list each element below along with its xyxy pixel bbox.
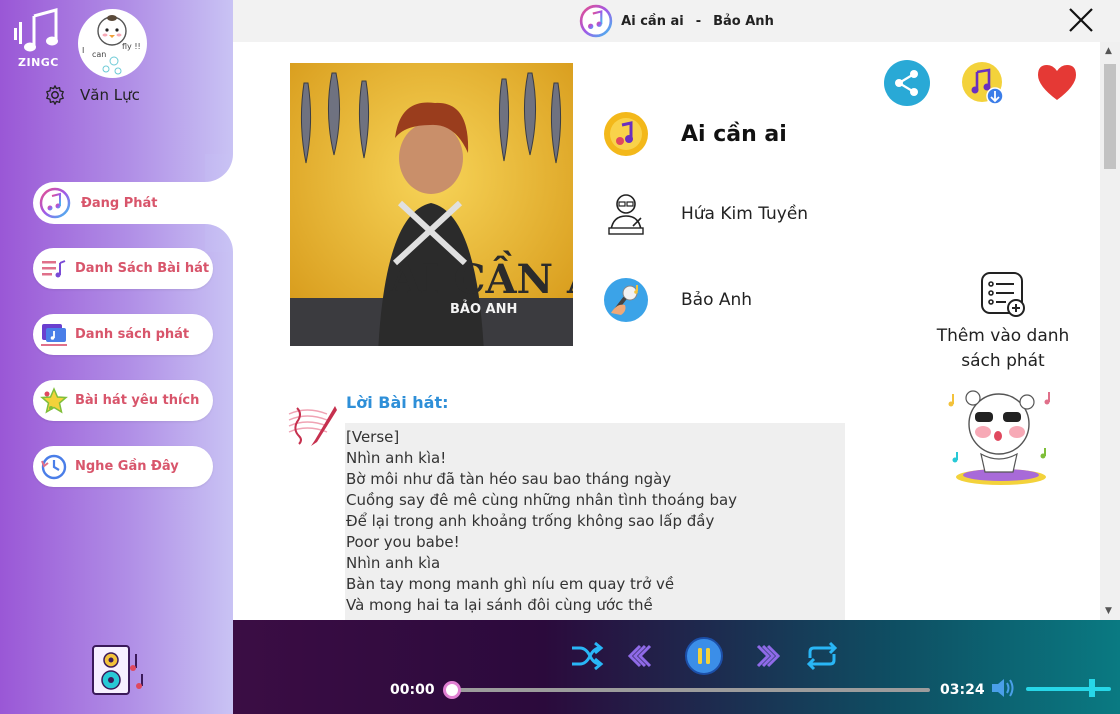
total-time: 03:24 — [940, 682, 985, 698]
scroll-thumb[interactable] — [1104, 64, 1116, 169]
add-playlist-icon — [981, 272, 1025, 317]
sidebar-shape — [0, 0, 233, 714]
composer-name: Hứa Kim Tuyền — [681, 204, 809, 224]
singer-microphone-icon — [601, 275, 651, 325]
song-title: Ai cần ai — [681, 121, 787, 147]
main-scrollbar[interactable]: ▲ ▼ — [1100, 42, 1120, 620]
lyric-line: Bàn tay mong manh ghì níu em quay trở về — [346, 575, 675, 593]
lyrics-sheet-icon — [288, 406, 337, 446]
user-row: Văn Lực — [44, 84, 140, 106]
sidebar-item-label: Danh Sách Bài hát — [75, 261, 210, 276]
volume-track[interactable] — [1026, 687, 1111, 691]
title-separator: - — [695, 13, 702, 29]
lyrics-box[interactable]: [Verse] Nhìn anh kìa! Bờ môi như đã tàn … — [345, 423, 845, 620]
lyric-line: Bờ môi như đã tàn héo sau bao tháng ngày — [346, 470, 672, 488]
previous-icon[interactable] — [622, 638, 658, 674]
dancing-bear-sticker — [948, 390, 1050, 485]
lyric-line: Và mong hai ta lại sánh đôi cùng ước thề — [346, 596, 653, 614]
scroll-up-arrow-icon[interactable]: ▲ — [1105, 46, 1112, 56]
svg-text:fly !!: fly !! — [122, 42, 141, 51]
sidebar-item-label: Bài hát yêu thích — [75, 393, 200, 408]
star-music-icon — [39, 386, 69, 416]
close-icon[interactable] — [1066, 5, 1096, 35]
lyric-line: Poor you babe! — [346, 533, 460, 551]
composer-icon — [601, 189, 651, 239]
tab-curve-bottom — [205, 224, 233, 252]
title-bar: Ai cần ai - Bảo Anh — [233, 0, 1120, 42]
user-name: Văn Lực — [80, 86, 140, 104]
title-song: Ai cần ai — [621, 13, 684, 29]
title-artist: Bảo Anh — [713, 13, 774, 29]
repeat-icon[interactable] — [804, 638, 840, 674]
app-logo-text: ZINGC — [18, 56, 59, 69]
sidebar-item-now-playing[interactable]: Đang Phát — [33, 182, 233, 224]
download-icon[interactable] — [960, 60, 1006, 106]
lyric-line: [Verse] — [346, 428, 400, 446]
history-clock-icon — [39, 452, 69, 482]
sidebar-item-label: Danh sách phát — [75, 327, 190, 342]
add-to-playlist-button[interactable]: Thêm vào danh sách phát — [923, 270, 1083, 374]
tab-curve-top — [205, 154, 233, 182]
main-content: AI CẦN AI BẢO ANH Ai cần ai — [233, 42, 1120, 620]
gear-icon[interactable] — [44, 84, 66, 106]
next-icon[interactable] — [750, 638, 786, 674]
song-list-icon — [39, 254, 69, 284]
sidebar-item-label: Đang Phát — [81, 195, 158, 211]
lyrics-heading: Lời Bài hát: — [346, 393, 449, 412]
playlist-icon — [39, 320, 69, 350]
progress-track[interactable] — [453, 688, 930, 692]
now-playing-title: Ai cần ai - Bảo Anh — [579, 4, 774, 38]
avatar[interactable]: I can fly !! — [78, 9, 147, 78]
music-player-app: ZINGC I can fly !! Văn Lực Đang Phát Dan… — [0, 0, 1120, 714]
progress-knob[interactable] — [443, 681, 461, 699]
music-disc-icon — [601, 109, 651, 159]
chick-avatar-icon: I can fly !! — [82, 15, 141, 75]
lyric-line: Cuồng say đê mê cùng những nhân tình tho… — [346, 491, 738, 509]
volume-knob[interactable] — [1089, 679, 1096, 697]
music-note-logo-icon — [14, 8, 58, 52]
current-time: 00:00 — [390, 682, 435, 698]
sidebar-item-song-list[interactable]: Danh Sách Bài hát — [33, 248, 213, 289]
speaker-icon — [92, 645, 143, 695]
svg-text:can: can — [92, 50, 106, 59]
singer-name: Bảo Anh — [681, 290, 753, 310]
music-note-icon — [39, 187, 71, 219]
lyric-line: Nhìn anh kìa! — [346, 449, 447, 467]
pause-icon[interactable] — [684, 636, 724, 676]
scroll-down-arrow-icon[interactable]: ▼ — [1105, 606, 1112, 616]
share-icon[interactable] — [884, 60, 930, 106]
add-to-playlist-label: Thêm vào danh sách phát — [936, 326, 1070, 371]
sidebar: ZINGC I can fly !! Văn Lực Đang Phát Dan… — [0, 0, 233, 714]
sidebar-item-label: Nghe Gần Đây — [75, 459, 179, 474]
lyric-line: Nhìn anh kìa — [346, 554, 441, 572]
lyric-line: Để lại trong anh khoảng trống không sao … — [346, 512, 715, 530]
song-title-row: Ai cần ai — [601, 109, 787, 159]
cover-artist-text: BẢO ANH — [450, 300, 517, 317]
singer-row: Bảo Anh — [601, 275, 752, 325]
volume-icon[interactable] — [990, 676, 1016, 700]
heart-icon[interactable] — [1034, 60, 1080, 106]
composer-row: Hứa Kim Tuyền — [601, 189, 808, 239]
sidebar-item-recent[interactable]: Nghe Gần Đây — [33, 446, 213, 487]
player-bar: 00:00 03:24 — [233, 620, 1120, 714]
album-cover: AI CẦN AI BẢO ANH — [290, 63, 573, 346]
svg-text:I: I — [82, 46, 84, 55]
shuffle-icon[interactable] — [568, 638, 604, 674]
sidebar-item-playlists[interactable]: Danh sách phát — [33, 314, 213, 355]
cover-title-text: AI CẦN AI — [389, 251, 573, 303]
sidebar-item-favorites[interactable]: Bài hát yêu thích — [33, 380, 213, 421]
music-note-icon — [579, 4, 613, 38]
